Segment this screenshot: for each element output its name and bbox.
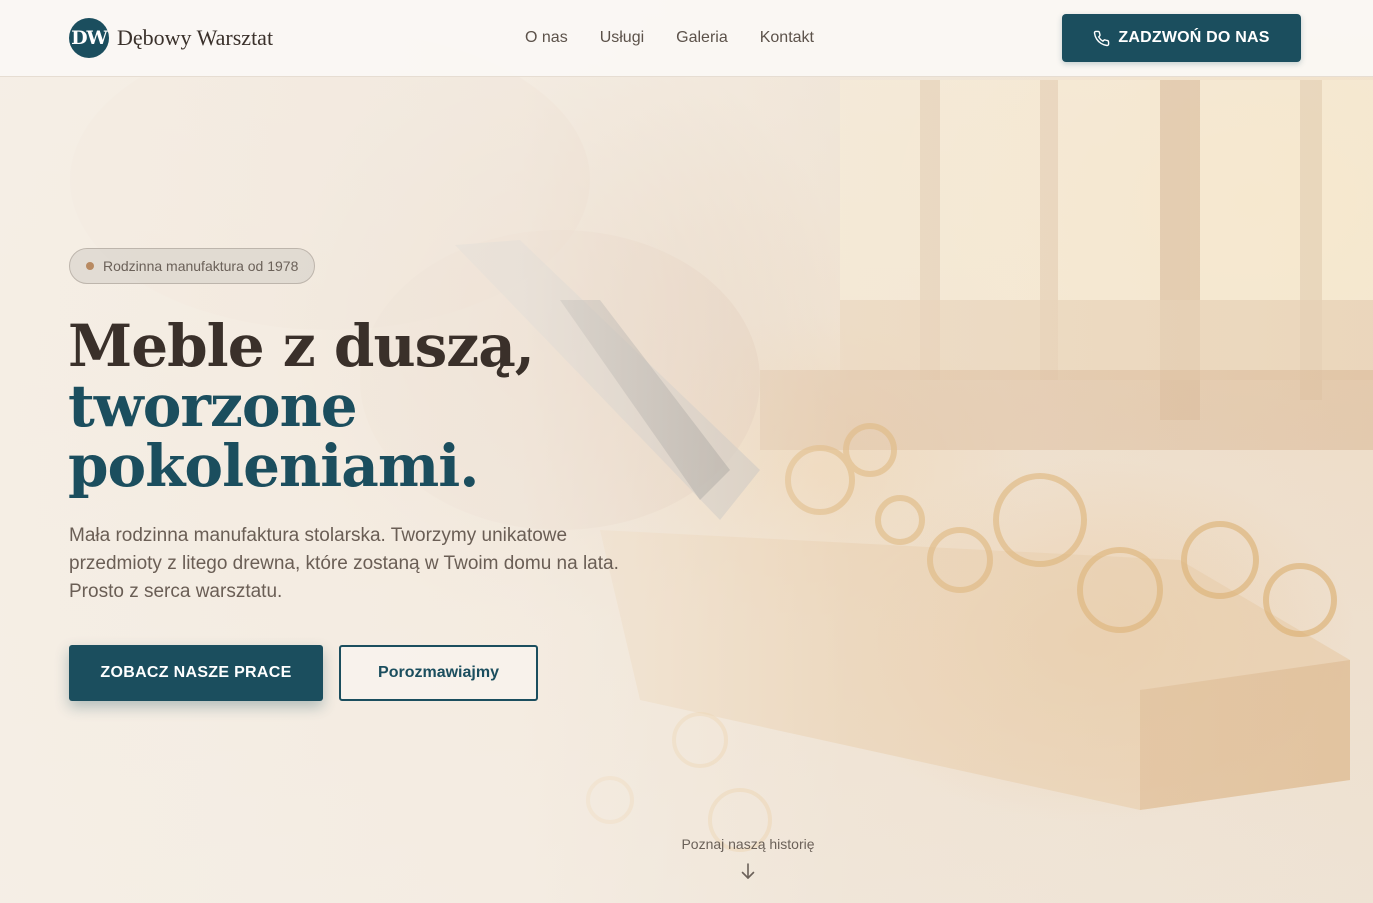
nav-link-galeria[interactable]: Galeria — [676, 29, 728, 47]
headline-line-1: Meble z duszą, — [68, 312, 535, 380]
headline-line-3: pokoleniami. — [68, 432, 479, 500]
badge-dot — [86, 262, 94, 270]
arrow-down-icon — [740, 862, 756, 880]
badge-text: Rodzinna manufaktura od 1978 — [103, 258, 299, 274]
logo-mark: DW — [69, 18, 109, 58]
hero-lead: Mała rodzinna manufaktura stolarska. Two… — [69, 525, 619, 602]
headline-line-2: tworzone — [68, 372, 358, 440]
hero-headline: Meble z duszą, tworzone pokoleniami. — [68, 312, 535, 500]
site-header: DW Dębowy Warsztat O nas Usługi Galeria … — [0, 0, 1373, 77]
logo-link[interactable]: DW Dębowy Warsztat — [69, 18, 273, 58]
see-our-work-button[interactable]: ZOBACZ NASZE PRACE — [69, 645, 323, 701]
main-nav: O nas Usługi Galeria Kontakt — [525, 29, 846, 47]
call-us-button[interactable]: ZADZWOŃ DO NAS — [1062, 14, 1301, 62]
scroll-hint-label: Poznaj naszą historię — [681, 836, 815, 852]
logo-text: Dębowy Warsztat — [117, 25, 274, 50]
heritage-badge: Rodzinna manufaktura od 1978 — [69, 248, 316, 284]
nav-link-uslugi[interactable]: Usługi — [600, 29, 644, 47]
nav-link-kontakt[interactable]: Kontakt — [760, 29, 814, 47]
call-us-label: ZADZWOŃ DO NAS — [1118, 29, 1270, 46]
scroll-hint[interactable]: Poznaj naszą historię — [648, 836, 848, 880]
page: DW Dębowy Warsztat O nas Usługi Galeria … — [0, 0, 1373, 903]
phone-icon — [1093, 30, 1110, 47]
lets-talk-button[interactable]: Porozmawiajmy — [339, 645, 538, 701]
nav-link-o-nas[interactable]: O nas — [525, 29, 568, 47]
